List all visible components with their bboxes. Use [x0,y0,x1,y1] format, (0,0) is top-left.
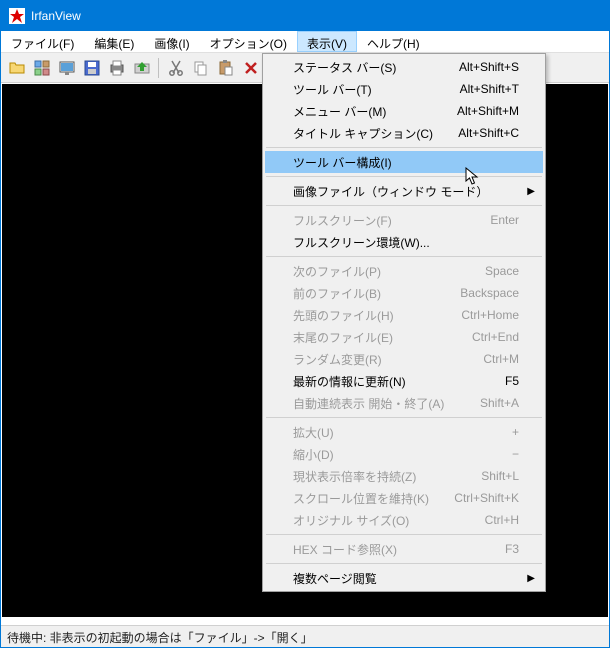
menu-item-label: 末尾のファイル(E) [293,329,393,346]
window-title: IrfanView [31,9,81,23]
menu-shortcut: Ctrl+Home [461,308,519,322]
menu-item-label: フルスクリーン環境(W)... [293,234,430,251]
menu-shortcut: Ctrl+M [483,352,519,366]
menu-item-label: 先頭のファイル(H) [293,307,394,324]
menu-shortcut: + [512,425,519,439]
menu-item-label: 画像ファイル（ウィンドウ モード） [293,183,488,200]
menu-item-label: 自動連続表示 開始・終了(A) [293,395,444,412]
app-icon [9,8,25,24]
menu-item: スクロール位置を維持(K) Ctrl+Shift+K [265,487,543,509]
submenu-arrow-icon: ▶ [527,573,535,584]
menu-separator [266,256,542,257]
menu-separator [266,147,542,148]
menu-separator [266,205,542,206]
menu-shortcut: Ctrl+H [485,513,519,527]
menu-options[interactable]: オプション(O) [200,31,297,52]
menu-item-label: フルスクリーン(F) [293,212,392,229]
menu-item[interactable]: タイトル キャプション(C) Alt+Shift+C [265,122,543,144]
menu-item[interactable]: ツール バー構成(I) [265,151,543,173]
menu-item-label: 現状表示倍率を持続(Z) [293,468,416,485]
title-bar: IrfanView [1,1,609,31]
menu-item[interactable]: 最新の情報に更新(N) F5 [265,370,543,392]
menu-item: 拡大(U) + [265,421,543,443]
menu-item[interactable]: フルスクリーン環境(W)... [265,231,543,253]
menu-item: 次のファイル(P) Space [265,260,543,282]
menu-item[interactable]: ツール バー(T) Alt+Shift+T [265,78,543,100]
menu-item-label: オリジナル サイズ(O) [293,512,409,529]
menu-item[interactable]: 画像ファイル（ウィンドウ モード） ▶ [265,180,543,202]
menu-item-label: ランダム変更(R) [293,351,382,368]
menu-item-label: スクロール位置を維持(K) [293,490,429,507]
menu-edit[interactable]: 編集(E) [84,31,144,52]
menu-item: 先頭のファイル(H) Ctrl+Home [265,304,543,326]
menu-shortcut: Ctrl+Shift+K [454,491,519,505]
menu-shortcut: Alt+Shift+C [458,126,519,140]
menu-separator [266,417,542,418]
menu-shortcut: Alt+Shift+M [457,104,519,118]
menu-item-label: 縮小(D) [293,446,334,463]
menu-shortcut: F5 [505,374,519,388]
menu-item[interactable]: ステータス バー(S) Alt+Shift+S [265,56,543,78]
menu-image[interactable]: 画像(I) [144,31,199,52]
cut-button[interactable] [164,56,187,79]
menu-item: ランダム変更(R) Ctrl+M [265,348,543,370]
menu-item: 末尾のファイル(E) Ctrl+End [265,326,543,348]
menu-item: HEX コード参照(X) F3 [265,538,543,560]
menu-item-label: ツール バー(T) [293,81,372,98]
menu-item: 自動連続表示 開始・終了(A) Shift+A [265,392,543,414]
toolbar-separator [158,58,159,78]
slideshow-button[interactable] [55,56,78,79]
menu-shortcut: Enter [490,213,519,227]
view-menu-dropdown: ステータス バー(S) Alt+Shift+S ツール バー(T) Alt+Shift… [262,53,546,592]
save-button[interactable] [80,56,103,79]
menu-shortcut: Backspace [460,286,519,300]
paste-button[interactable] [214,56,237,79]
menu-item: オリジナル サイズ(O) Ctrl+H [265,509,543,531]
menu-item: 現状表示倍率を持続(Z) Shift+L [265,465,543,487]
menu-item-label: 複数ページ閲覧 [293,570,377,587]
print-button[interactable] [105,56,128,79]
menu-shortcut: F3 [505,542,519,556]
menu-item-label: メニュー バー(M) [293,103,386,120]
menu-item-label: ツール バー構成(I) [293,154,392,171]
menu-view[interactable]: 表示(V) [297,31,357,52]
menu-shortcut: − [512,447,519,461]
menu-item-label: 前のファイル(B) [293,285,381,302]
menu-shortcut: Alt+Shift+S [459,60,519,74]
menu-item-label: タイトル キャプション(C) [293,125,433,142]
menu-bar: ファイル(F) 編集(E) 画像(I) オプション(O) 表示(V) ヘルプ(H… [1,31,609,53]
menu-item-label: 次のファイル(P) [293,263,381,280]
status-text: 待機中: 非表示の初起動の場合は「ファイル」->「開く」 [7,631,313,645]
menu-shortcut: Ctrl+End [472,330,519,344]
copy-button[interactable] [189,56,212,79]
menu-item-label: ステータス バー(S) [293,59,396,76]
menu-shortcut: Space [485,264,519,278]
menu-item[interactable]: メニュー バー(M) Alt+Shift+M [265,100,543,122]
menu-item-label: HEX コード参照(X) [293,541,397,558]
open-button[interactable] [5,56,28,79]
menu-shortcut: Shift+L [481,469,519,483]
menu-item-label: 拡大(U) [293,424,334,441]
menu-help[interactable]: ヘルプ(H) [357,31,430,52]
menu-separator [266,176,542,177]
acquire-button[interactable] [130,56,153,79]
delete-button[interactable] [239,56,262,79]
menu-item: 前のファイル(B) Backspace [265,282,543,304]
menu-separator [266,563,542,564]
menu-item: 縮小(D) − [265,443,543,465]
menu-separator [266,534,542,535]
menu-shortcut: Shift+A [480,396,519,410]
submenu-arrow-icon: ▶ [527,186,535,197]
menu-file[interactable]: ファイル(F) [1,31,84,52]
thumbnails-button[interactable] [30,56,53,79]
menu-item: フルスクリーン(F) Enter [265,209,543,231]
status-bar: 待機中: 非表示の初起動の場合は「ファイル」->「開く」 [1,625,609,647]
menu-item-label: 最新の情報に更新(N) [293,373,406,390]
menu-item[interactable]: 複数ページ閲覧 ▶ [265,567,543,589]
menu-shortcut: Alt+Shift+T [460,82,519,96]
